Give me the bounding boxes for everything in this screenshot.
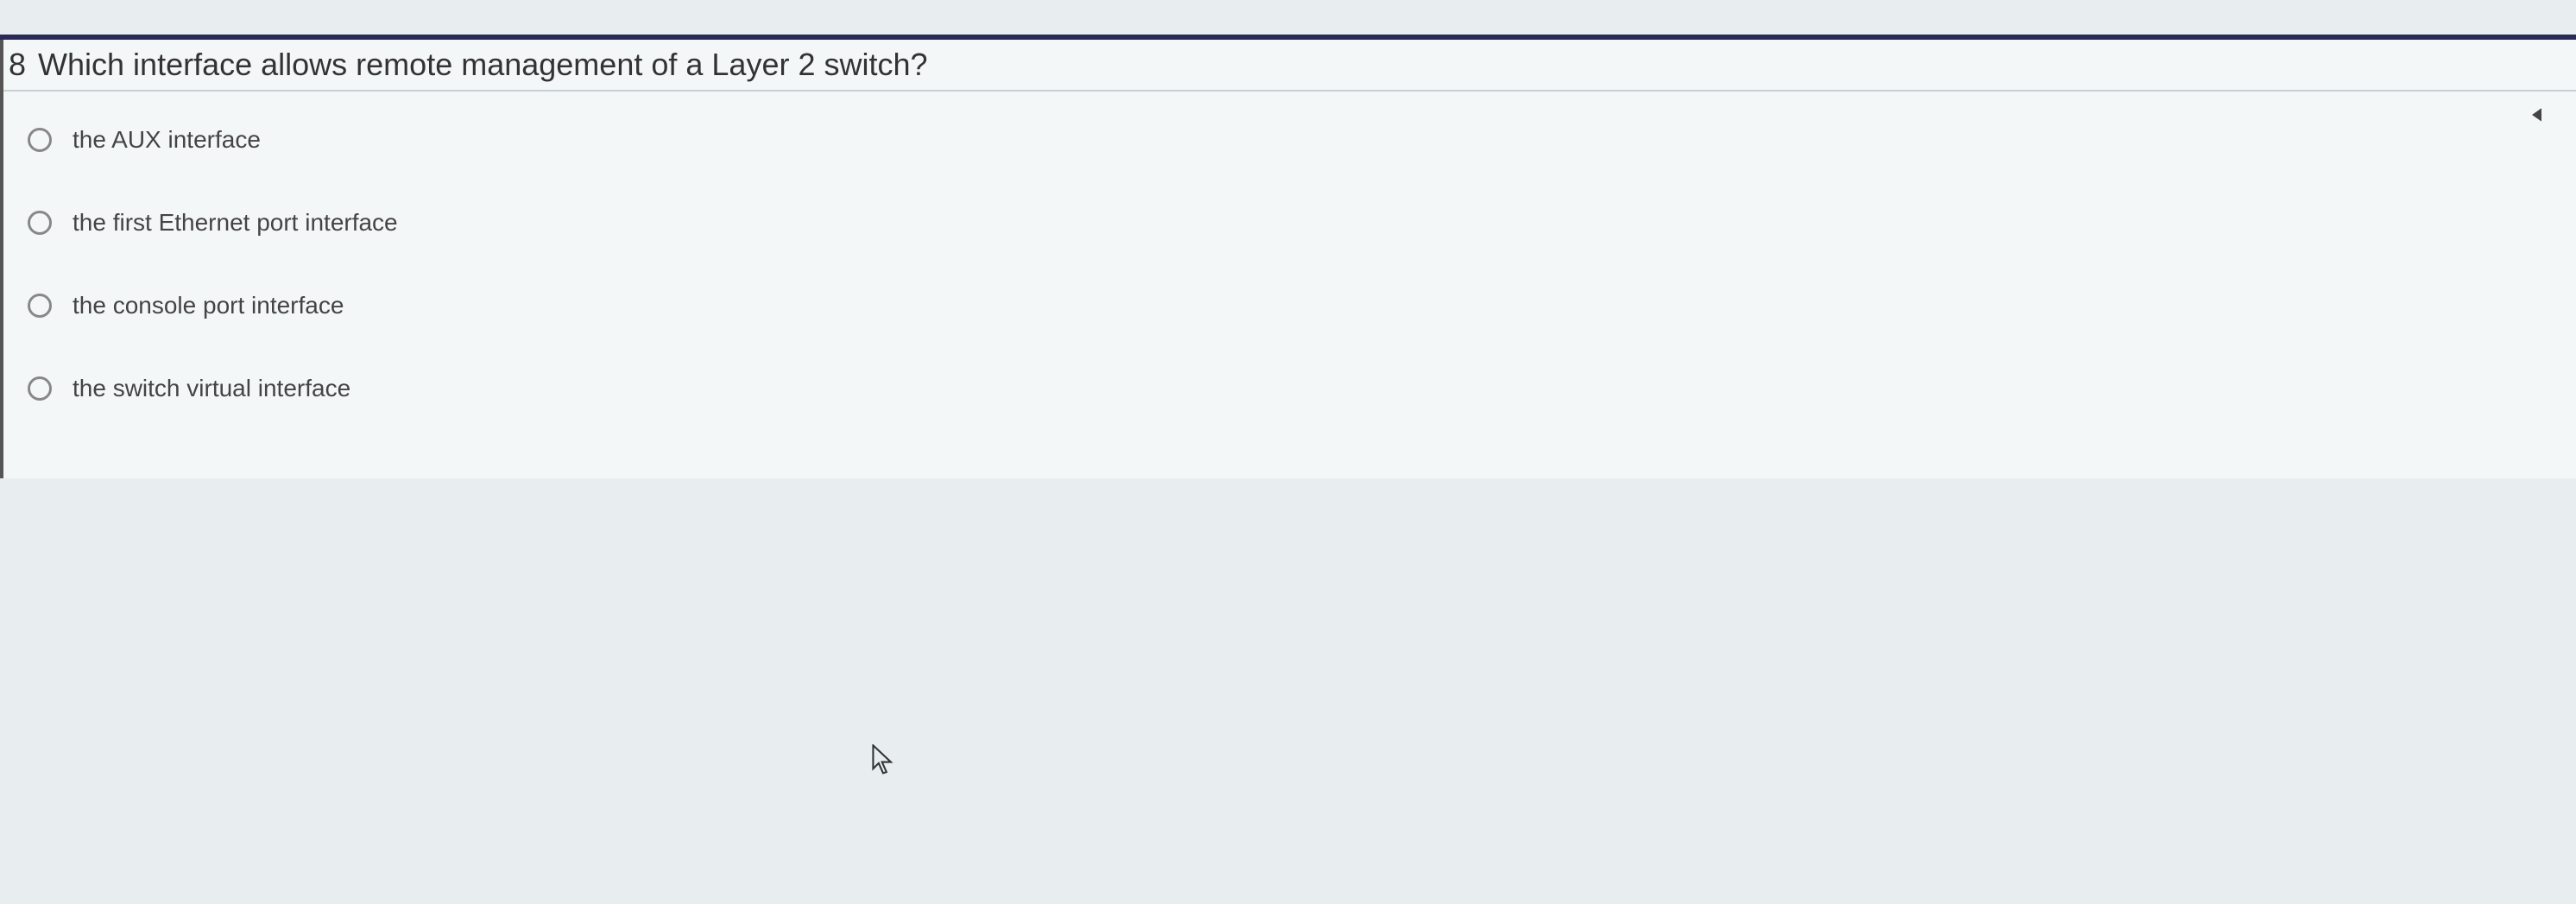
option-label[interactable]: the first Ethernet port interface <box>73 209 398 237</box>
radio-icon[interactable] <box>28 294 52 318</box>
option-row-3[interactable]: the switch virtual interface <box>3 361 2576 416</box>
question-number: 8 <box>7 47 38 83</box>
option-row-0[interactable]: the AUX interface <box>3 112 2576 168</box>
collapse-arrow-icon[interactable]: ◂ <box>2532 98 2541 129</box>
option-label[interactable]: the switch virtual interface <box>73 375 350 402</box>
radio-icon[interactable] <box>28 128 52 152</box>
question-text: Which interface allows remote management… <box>38 47 927 83</box>
option-label[interactable]: the AUX interface <box>73 126 261 154</box>
cursor-icon <box>872 744 894 775</box>
option-label[interactable]: the console port interface <box>73 292 344 319</box>
question-header: 8 Which interface allows remote manageme… <box>3 40 2576 92</box>
options-area: ◂ the AUX interface the first Ethernet p… <box>3 92 2576 478</box>
option-row-1[interactable]: the first Ethernet port interface <box>3 195 2576 250</box>
option-row-2[interactable]: the console port interface <box>3 278 2576 333</box>
radio-icon[interactable] <box>28 376 52 401</box>
question-block: 8 Which interface allows remote manageme… <box>0 40 2576 478</box>
radio-icon[interactable] <box>28 211 52 235</box>
